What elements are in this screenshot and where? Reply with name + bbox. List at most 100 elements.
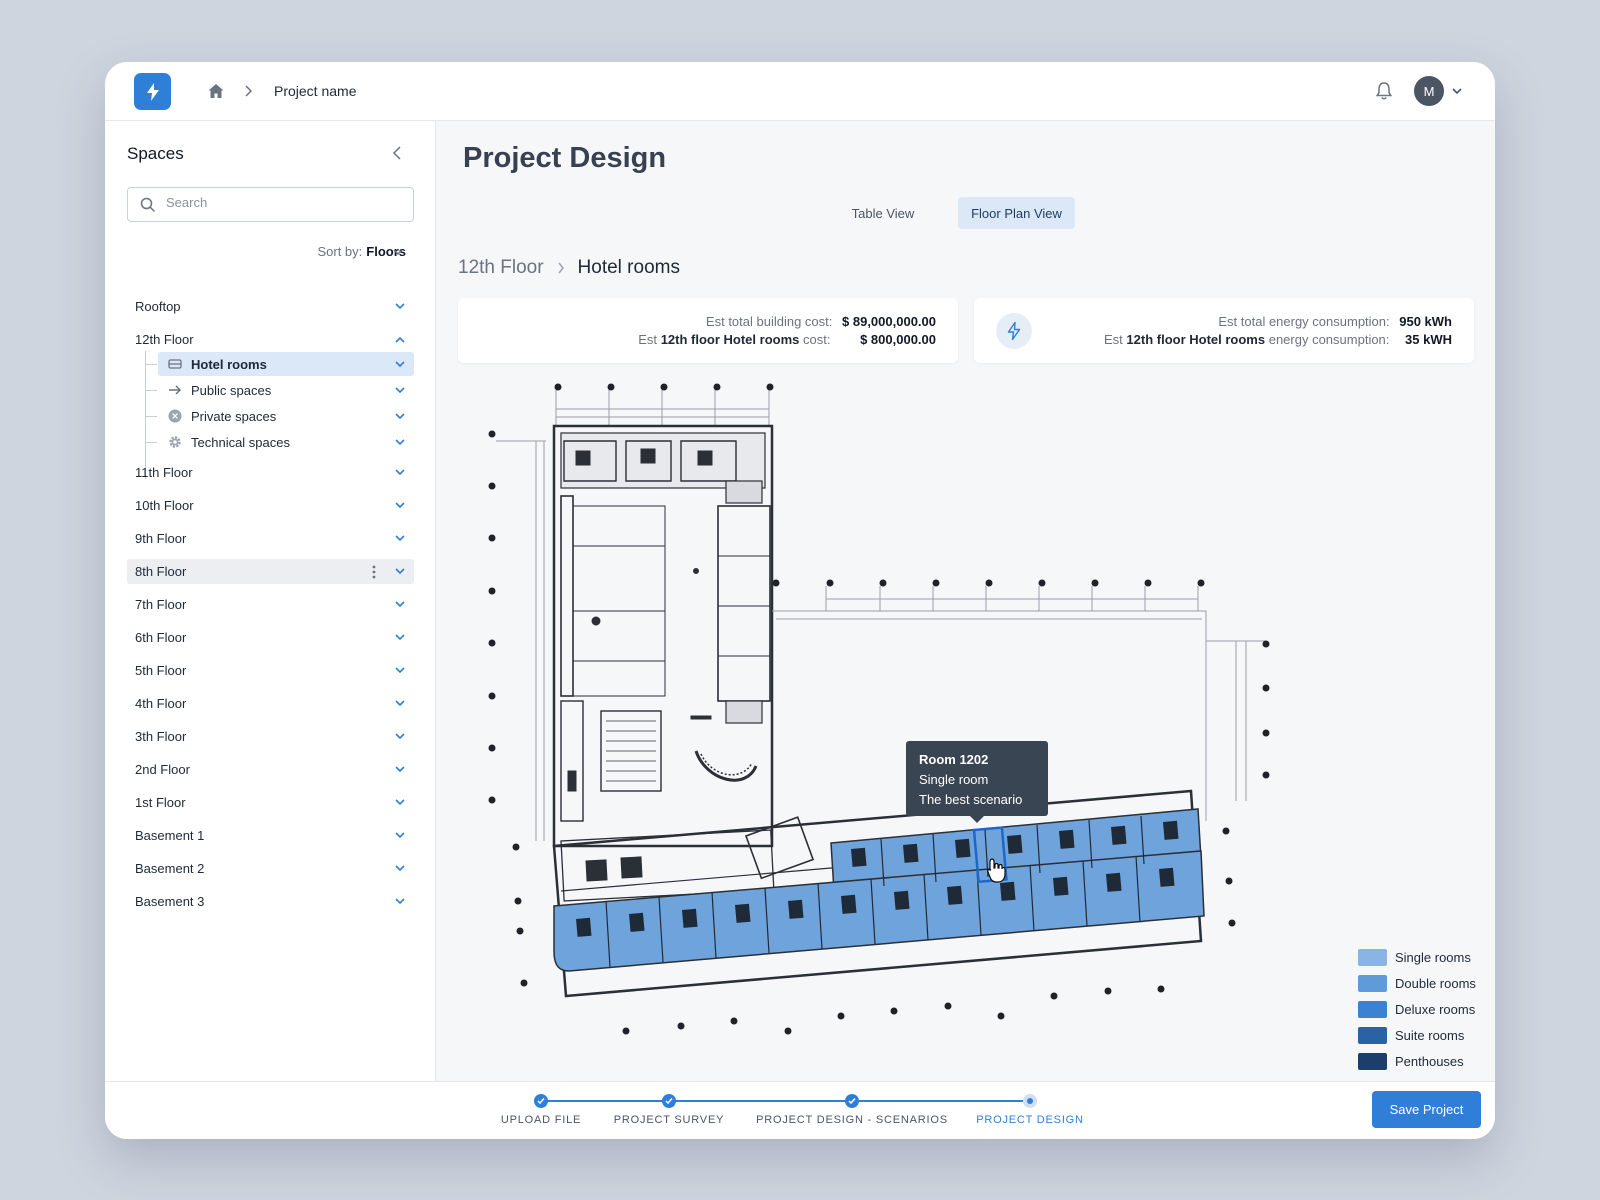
collapse-sidebar-icon[interactable]: [390, 144, 404, 162]
tab-table-view[interactable]: Table View: [834, 197, 932, 229]
floor-item-3th[interactable]: 3th Floor: [127, 724, 414, 749]
tree-guide-tick: [145, 442, 157, 443]
chevron-down-icon[interactable]: [394, 699, 406, 708]
chevron-down-icon[interactable]: [394, 386, 406, 395]
floor-item-9th[interactable]: 9th Floor: [127, 526, 414, 551]
floor-item-4th[interactable]: 4th Floor: [127, 691, 414, 716]
floor-item-rooftop[interactable]: Rooftop: [127, 294, 414, 319]
breadcrumb-project[interactable]: Project name: [274, 83, 356, 99]
more-vertical-icon[interactable]: [372, 565, 376, 579]
step-project-design-label[interactable]: PROJECT DESIGN: [976, 1114, 1084, 1126]
search-input[interactable]: [166, 195, 396, 210]
floor-item-2nd[interactable]: 2nd Floor: [127, 757, 414, 782]
legend-item: Penthouses: [1358, 1048, 1476, 1074]
step-design-scenarios-label[interactable]: PROJECT DESIGN - SCENARIOS: [756, 1114, 948, 1126]
space-item-public-spaces[interactable]: Public spaces: [158, 378, 414, 402]
chevron-down-icon[interactable]: [1451, 86, 1463, 96]
search-field[interactable]: [127, 187, 414, 222]
x-circle-icon: [168, 409, 182, 423]
floor-item-7th[interactable]: 7th Floor: [127, 592, 414, 617]
chevron-down-icon[interactable]: [392, 248, 404, 257]
space-item-hotel-rooms[interactable]: Hotel rooms: [158, 352, 414, 376]
floor-item-11th[interactable]: 11th Floor: [127, 460, 414, 485]
floor-label: 1st Floor: [135, 795, 186, 810]
legend-swatch: [1358, 1000, 1387, 1018]
chevron-down-icon[interactable]: [394, 360, 406, 369]
user-avatar[interactable]: M: [1414, 76, 1444, 106]
energy-total-line: Est total energy consumption: 950 kWh: [1218, 314, 1452, 329]
floor-item-5th[interactable]: 5th Floor: [127, 658, 414, 683]
legend-label: Penthouses: [1395, 1053, 1464, 1069]
chevron-up-icon[interactable]: [394, 335, 406, 344]
sidebar-title: Spaces: [127, 144, 184, 163]
breadcrumb-space: Hotel rooms: [577, 257, 680, 278]
legend-label: Double rooms: [1395, 975, 1476, 991]
step-upload-file-dot[interactable]: [534, 1094, 548, 1108]
floor-label: 12th Floor: [135, 332, 194, 347]
step-upload-file-label[interactable]: UPLOAD FILE: [501, 1114, 581, 1126]
floor-label: 2nd Floor: [135, 762, 190, 777]
app-logo[interactable]: [134, 73, 171, 110]
space-item-technical-spaces[interactable]: Technical spaces: [158, 430, 414, 454]
chevron-down-icon[interactable]: [394, 438, 406, 447]
arrow-right-icon: [169, 385, 182, 395]
chevron-down-icon[interactable]: [394, 897, 406, 906]
floor-label: 9th Floor: [135, 531, 187, 546]
breadcrumb-floor[interactable]: 12th Floor: [458, 257, 544, 279]
chevron-down-icon[interactable]: [394, 798, 406, 807]
home-icon[interactable]: [207, 82, 225, 100]
energy-floor-value: 35 kWH: [1405, 332, 1452, 347]
step-project-survey-dot[interactable]: [662, 1094, 676, 1108]
legend-item: Suite rooms: [1358, 1022, 1476, 1048]
hotel-rooms[interactable]: [553, 808, 1205, 972]
space-item-private-spaces[interactable]: Private spaces: [158, 404, 414, 428]
sort-control[interactable]: Sort by: Floors: [105, 244, 406, 259]
floor-item-8th[interactable]: 8th Floor: [127, 559, 414, 584]
app-window: Project name M Spaces Sort by:Floors Roo…: [105, 62, 1495, 1139]
chevron-down-icon[interactable]: [394, 302, 406, 311]
tab-floor-plan-view[interactable]: Floor Plan View: [958, 197, 1075, 229]
chevron-down-icon[interactable]: [394, 468, 406, 477]
chevron-down-icon[interactable]: [394, 600, 406, 609]
chevron-down-icon[interactable]: [394, 765, 406, 774]
legend-label: Deluxe rooms: [1395, 1001, 1476, 1017]
chevron-down-icon[interactable]: [394, 501, 406, 510]
floor-item-6th[interactable]: 6th Floor: [127, 625, 414, 650]
chevron-down-icon[interactable]: [394, 831, 406, 840]
save-project-button[interactable]: Save Project: [1372, 1091, 1481, 1128]
chevron-right-icon: [557, 262, 564, 274]
floor-item-10th[interactable]: 10th Floor: [127, 493, 414, 518]
chevron-down-icon[interactable]: [394, 864, 406, 873]
plan-left-wing: [552, 424, 774, 848]
floor-label: Basement 2: [135, 861, 205, 876]
room-legend: Single rooms Double rooms Deluxe rooms S…: [1358, 944, 1476, 1074]
floor-item-basement-3[interactable]: Basement 3: [127, 889, 414, 914]
energy-floor-suffix: energy consumption:: [1268, 332, 1390, 347]
floor-item-basement-1[interactable]: Basement 1: [127, 823, 414, 848]
floor-item-1st[interactable]: 1st Floor: [127, 790, 414, 815]
floor-label: Basement 1: [135, 828, 205, 843]
legend-item: Single rooms: [1358, 944, 1476, 970]
floor-plan[interactable]: [436, 371, 1495, 1071]
chevron-down-icon[interactable]: [394, 732, 406, 741]
chevron-down-icon[interactable]: [394, 633, 406, 642]
chevron-down-icon[interactable]: [394, 534, 406, 543]
cost-floor-space: 12th floor Hotel rooms: [660, 332, 800, 347]
energy-floor-line: Est 12th floor Hotel rooms energy consum…: [1104, 332, 1452, 347]
chevron-down-icon[interactable]: [394, 666, 406, 675]
step-project-design-dot[interactable]: [1023, 1094, 1037, 1108]
step-design-scenarios-dot[interactable]: [845, 1094, 859, 1108]
floor-item-12th[interactable]: 12th Floor: [127, 327, 414, 352]
room-tooltip: Room 1202 Single room The best scenario: [906, 741, 1048, 823]
floor-item-basement-2[interactable]: Basement 2: [127, 856, 414, 881]
step-project-survey-label[interactable]: PROJECT SURVEY: [614, 1114, 724, 1126]
chevron-down-icon[interactable]: [394, 412, 406, 421]
bell-icon[interactable]: [1373, 80, 1395, 102]
cost-floor-prefix: Est: [638, 332, 658, 347]
bed-icon: [168, 359, 182, 369]
spaces-sidebar: Spaces Sort by:Floors Rooftop 12th Floor…: [105, 121, 436, 1081]
chevron-down-icon[interactable]: [394, 567, 406, 576]
cost-total-line: Est total building cost: $ 89,000,000.00: [706, 314, 936, 329]
space-label: Hotel rooms: [191, 356, 267, 372]
cost-total-label: Est total building cost:: [705, 314, 833, 329]
